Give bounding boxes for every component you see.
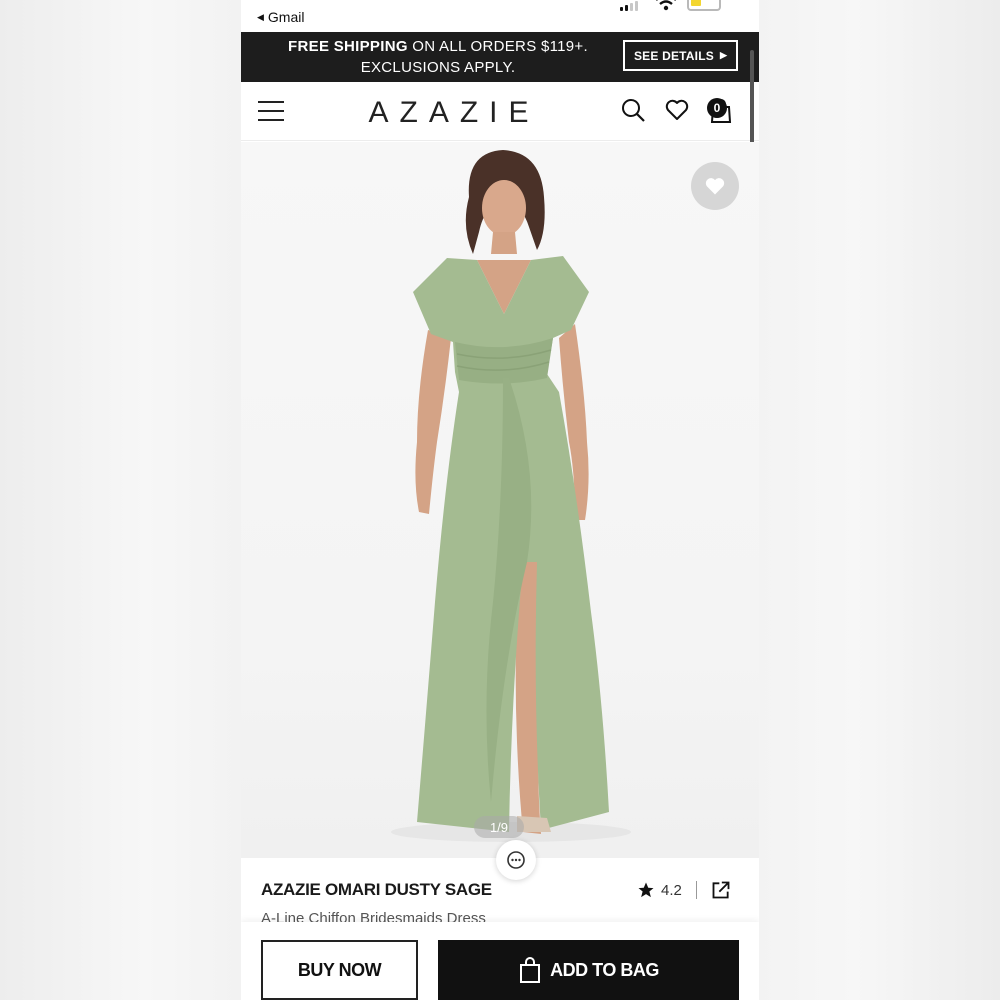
add-to-bag-label: ADD TO BAG bbox=[550, 959, 659, 980]
buy-now-button[interactable]: BUY NOW bbox=[261, 940, 418, 1000]
back-to-gmail[interactable]: ◀ Gmail bbox=[257, 9, 304, 25]
background-left bbox=[0, 0, 241, 1000]
background-right bbox=[759, 0, 1000, 1000]
rating-divider bbox=[695, 881, 697, 899]
promo-rest: ON ALL ORDERS $119+. bbox=[412, 38, 588, 55]
brand-logo[interactable]: AZAZIE bbox=[359, 96, 549, 130]
more-options-button[interactable] bbox=[496, 840, 536, 880]
play-triangle-icon: ▶ bbox=[719, 50, 728, 60]
battery-icon bbox=[687, 0, 721, 11]
rating-value: 4.2 bbox=[661, 881, 682, 899]
heart-icon[interactable] bbox=[664, 97, 690, 123]
add-to-bag-button[interactable]: ADD TO BAG bbox=[438, 940, 739, 1000]
status-bar: ◀ Gmail bbox=[241, 0, 759, 32]
product-image-gallery[interactable]: 1/9 bbox=[241, 142, 759, 858]
promo-banner: FREE SHIPPING ON ALL ORDERS $119+. EXCLU… bbox=[241, 32, 759, 82]
wifi-icon bbox=[656, 0, 676, 11]
more-dots-icon bbox=[507, 851, 525, 869]
product-photo-dress bbox=[391, 150, 631, 842]
product-title: AZAZIE OMARI DUSTY SAGE bbox=[261, 880, 492, 899]
back-triangle-icon: ◀ bbox=[257, 11, 264, 22]
site-header: AZAZIE 0 bbox=[241, 82, 759, 141]
back-app-label: Gmail bbox=[267, 9, 305, 25]
wishlist-button[interactable] bbox=[691, 162, 739, 210]
image-counter: 1/9 bbox=[474, 816, 524, 838]
bag-count-badge: 0 bbox=[707, 98, 727, 118]
see-details-button[interactable]: SEE DETAILS ▶ bbox=[623, 40, 738, 71]
share-icon[interactable] bbox=[711, 880, 731, 900]
cellular-signal-icon bbox=[620, 1, 638, 11]
promo-text: FREE SHIPPING ON ALL ORDERS $119+. EXCLU… bbox=[263, 36, 613, 78]
hamburger-menu-icon[interactable] bbox=[258, 101, 284, 121]
star-icon bbox=[638, 882, 654, 898]
promo-bold: FREE SHIPPING bbox=[288, 38, 408, 55]
product-rating[interactable]: 4.2 bbox=[637, 880, 731, 900]
bag-icon bbox=[520, 957, 541, 983]
promo-line2: EXCLUSIONS APPLY. bbox=[360, 59, 516, 76]
bottom-action-bar: BUY NOW ADD TO BAG bbox=[241, 922, 759, 1000]
search-icon[interactable] bbox=[620, 97, 646, 123]
heart-filled-icon bbox=[705, 178, 725, 195]
see-details-label: SEE DETAILS bbox=[633, 48, 714, 63]
